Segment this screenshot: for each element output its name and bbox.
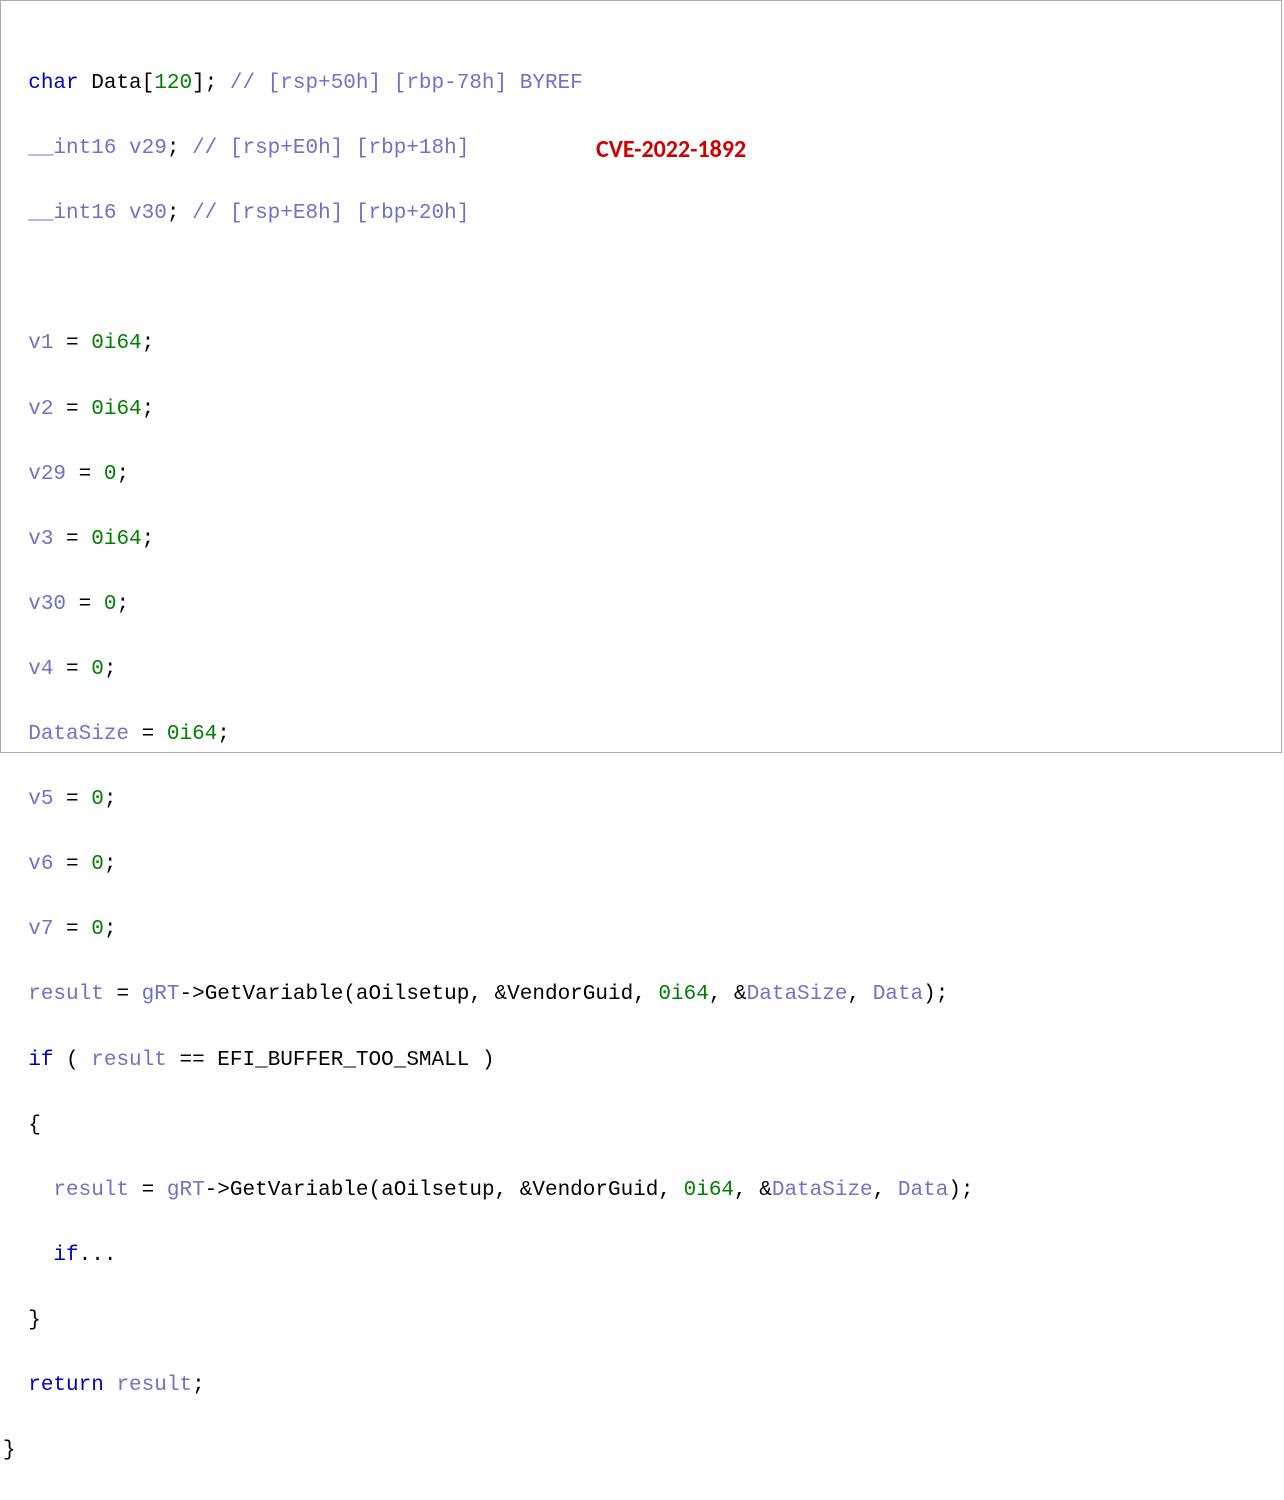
code-line-16: if ( result == EFI_BUFFER_TOO_SMALL ) — [3, 1045, 1281, 1078]
code-line-13: v6 = 0; — [3, 849, 1281, 882]
code-line-7: v29 = 0; — [3, 459, 1281, 492]
code-line-8: v3 = 0i64; — [3, 524, 1281, 557]
code-line-3: __int16 v30; // [rsp+E8h] [rbp+20h] — [3, 198, 1281, 231]
code-line-4 — [3, 263, 1281, 296]
code-line-21: return result; — [3, 1370, 1281, 1403]
code-line-22: } — [3, 1435, 1281, 1468]
cve-annotation: CVE-2022-1892 — [596, 131, 746, 168]
code-line-10: v4 = 0; — [3, 654, 1281, 687]
code-line-9: v30 = 0; — [3, 589, 1281, 622]
code-line-12: v5 = 0; — [3, 784, 1281, 817]
code-line-20: } — [3, 1305, 1281, 1338]
code-line-6: v2 = 0i64; — [3, 394, 1281, 427]
code-line-18: result = gRT->GetVariable(aOilsetup, &Ve… — [3, 1175, 1281, 1208]
code-line-15: result = gRT->GetVariable(aOilsetup, &Ve… — [3, 979, 1281, 1012]
code-line-17: { — [3, 1110, 1281, 1143]
code-block: CVE-2022-1892 char Data[120]; // [rsp+50… — [0, 0, 1282, 753]
code-line-19: if... — [3, 1240, 1281, 1273]
code-line-14: v7 = 0; — [3, 914, 1281, 947]
code-line-1: char Data[120]; // [rsp+50h] [rbp-78h] B… — [3, 68, 1281, 101]
code-line-5: v1 = 0i64; — [3, 328, 1281, 361]
code-line-11: DataSize = 0i64; — [3, 719, 1281, 752]
